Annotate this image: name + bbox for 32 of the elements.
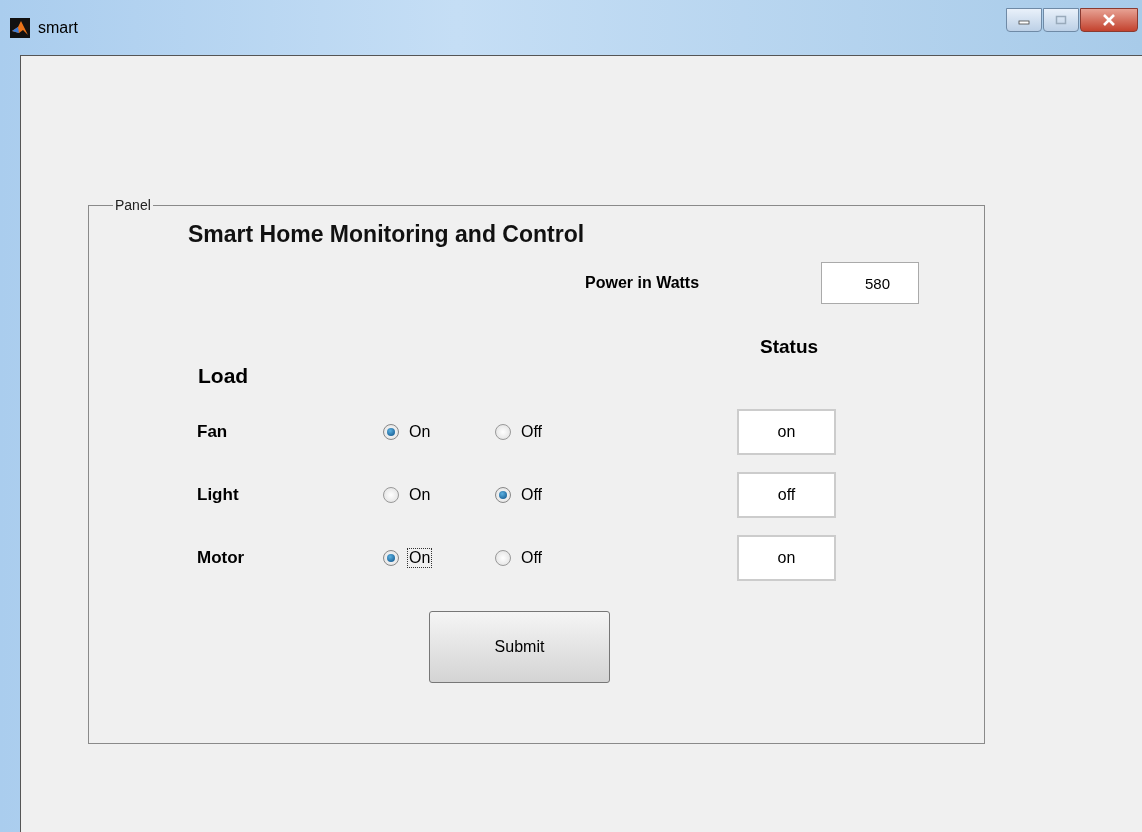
status-heading: Status xyxy=(760,336,820,358)
panel-heading: Smart Home Monitoring and Control xyxy=(188,221,586,248)
load-name: Motor xyxy=(197,547,246,568)
radio-button[interactable] xyxy=(495,423,511,440)
panel-label: Panel xyxy=(114,197,152,213)
radio-button[interactable] xyxy=(495,549,511,566)
status-field: on xyxy=(737,408,836,455)
radio-label[interactable]: On xyxy=(407,421,433,442)
radio-label[interactable]: On xyxy=(407,484,433,505)
load-heading: Load xyxy=(198,364,250,388)
radio-label[interactable]: On xyxy=(407,547,433,568)
radio-label[interactable]: Off xyxy=(519,421,545,442)
load-name: Light xyxy=(197,484,240,505)
radio-button[interactable] xyxy=(383,549,399,566)
power-label: Power in Watts xyxy=(585,274,701,292)
window-title: smart xyxy=(38,18,78,38)
close-button[interactable] xyxy=(1080,8,1138,32)
radio-button[interactable] xyxy=(495,486,511,503)
close-icon xyxy=(1102,14,1116,26)
minimize-button[interactable] xyxy=(1006,8,1042,32)
app-icon xyxy=(10,18,30,38)
radio-label[interactable]: Off xyxy=(519,547,545,568)
maximize-icon xyxy=(1055,15,1067,25)
status-field: on xyxy=(737,534,836,581)
radio-label[interactable]: Off xyxy=(519,484,545,505)
load-name: Fan xyxy=(197,421,229,442)
radio-button[interactable] xyxy=(383,423,399,440)
maximize-button[interactable] xyxy=(1043,8,1079,32)
power-field[interactable]: 580 xyxy=(821,262,919,304)
submit-button[interactable]: Submit xyxy=(429,611,610,683)
status-field: off xyxy=(737,471,836,518)
radio-button[interactable] xyxy=(383,486,399,503)
